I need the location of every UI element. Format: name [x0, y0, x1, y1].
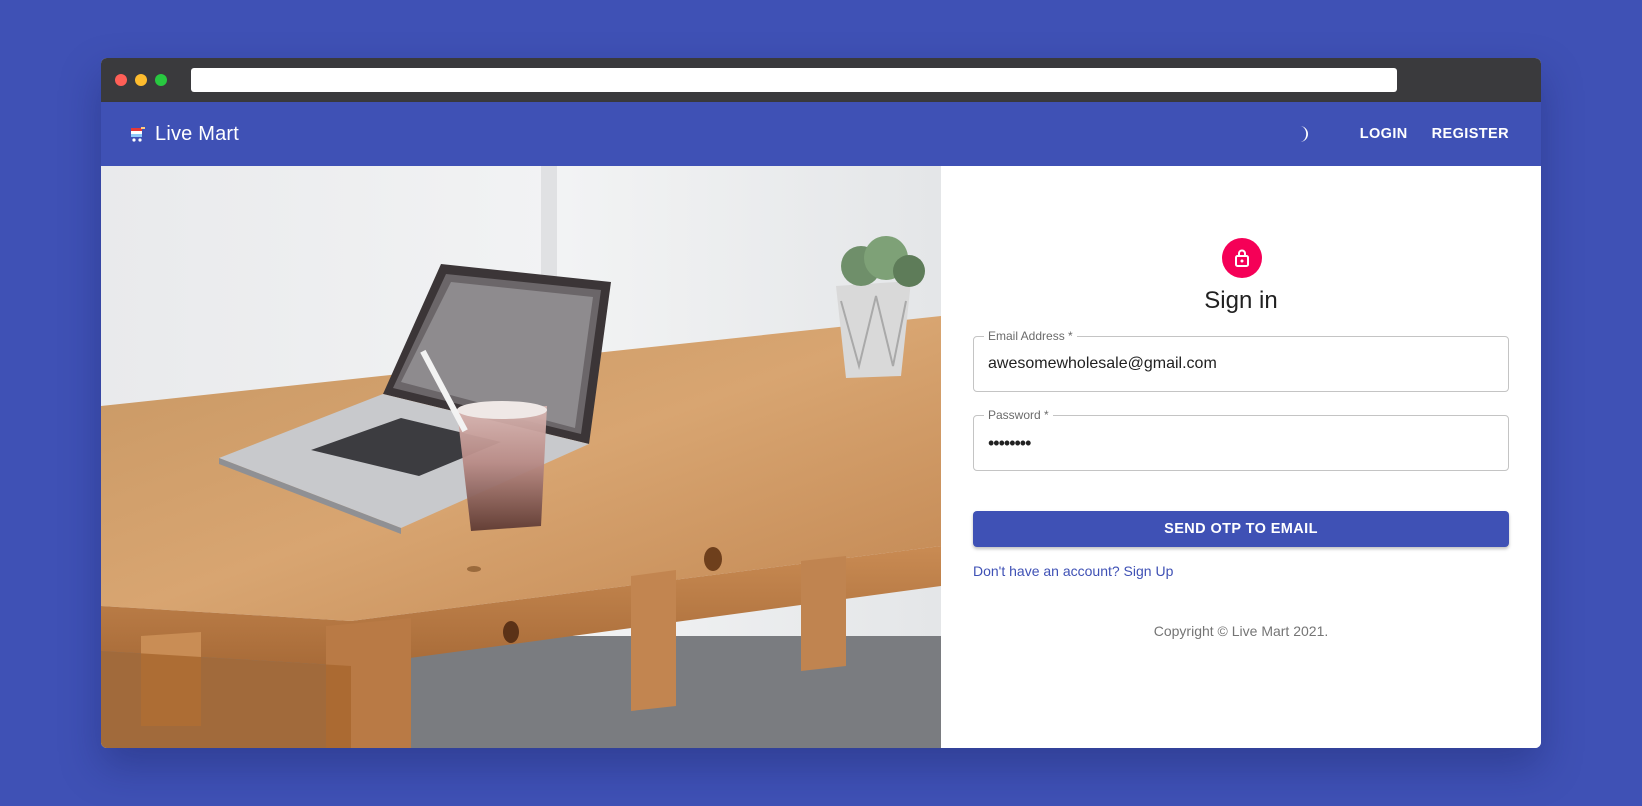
copyright-text: Copyright © Live Mart 2021. — [1153, 623, 1329, 639]
address-bar[interactable] — [191, 68, 1397, 92]
hero-image-laptop-on-table — [101, 166, 941, 748]
browser-chrome — [101, 58, 1541, 102]
main-content: Sign in Email Address * Password * SEND … — [101, 166, 1541, 748]
brand-title: Live Mart — [155, 122, 240, 145]
email-input[interactable] — [988, 337, 1488, 391]
lock-icon — [1222, 238, 1262, 278]
shop-cart-icon — [129, 125, 147, 143]
sign-in-panel: Sign in Email Address * Password * SEND … — [941, 166, 1541, 748]
email-field[interactable]: Email Address * — [973, 329, 1509, 392]
close-window-button[interactable] — [115, 74, 127, 86]
moon-icon[interactable] — [1292, 123, 1314, 145]
sign-up-link[interactable]: Don't have an account? Sign Up — [973, 563, 1173, 579]
app-bar: Live Mart LOGIN REGISTER — [101, 102, 1541, 166]
register-button[interactable]: REGISTER — [1432, 126, 1509, 142]
send-otp-button[interactable]: SEND OTP TO EMAIL — [973, 511, 1509, 547]
page-title: Sign in — [1204, 287, 1278, 314]
brand[interactable]: Live Mart — [129, 102, 239, 166]
login-button[interactable]: LOGIN — [1360, 126, 1408, 142]
browser-window: Live Mart LOGIN REGISTER Sign in Email A… — [101, 58, 1541, 748]
password-input[interactable] — [988, 416, 1488, 470]
password-field[interactable]: Password * — [973, 408, 1509, 471]
nav-actions: LOGIN REGISTER — [1292, 102, 1509, 166]
maximize-window-button[interactable] — [155, 74, 167, 86]
minimize-window-button[interactable] — [135, 74, 147, 86]
